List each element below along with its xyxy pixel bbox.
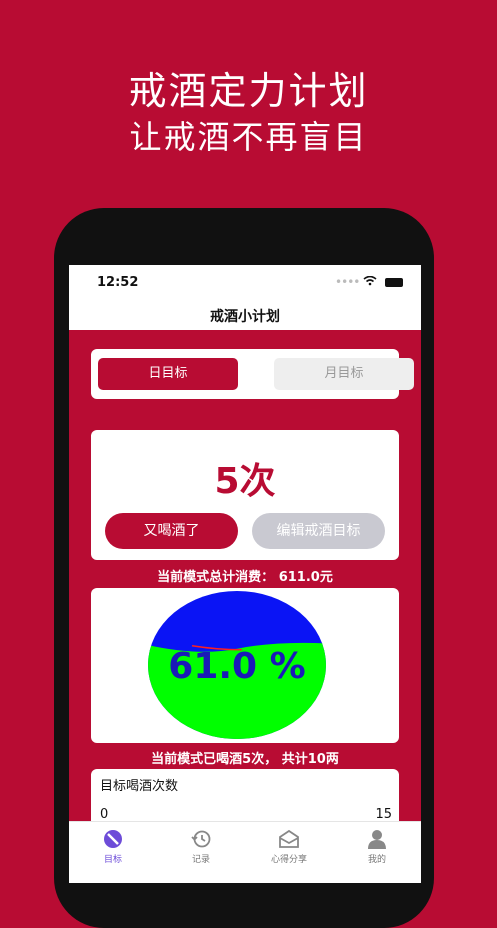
app-screen: 12:52 •••• 戒酒小计划 日目标 月目标 5次 又喝酒了 编辑戒酒目标 …: [69, 265, 421, 883]
tabbar-item-share[interactable]: 心得分享: [245, 828, 333, 865]
tabbar-label-goal: 目标: [103, 855, 122, 865]
tabbar-item-goal[interactable]: 目标: [69, 828, 157, 865]
tabbar-item-profile[interactable]: 我的: [333, 828, 421, 865]
history-icon: [191, 830, 211, 848]
tab-daily-goal[interactable]: 日目标: [98, 358, 238, 390]
top-bar: 12:52 •••• 戒酒小计划: [69, 265, 421, 330]
drink-count: 5次: [214, 461, 276, 502]
battery-icon: [385, 278, 403, 287]
wifi-icon: [363, 275, 381, 289]
gauge-percent-label: 61.0 %: [168, 646, 305, 687]
progress-gauge: 61.0 %: [148, 591, 326, 739]
share-icon: [279, 829, 299, 848]
target-max: 15: [375, 807, 392, 822]
status-time: 12:52: [97, 275, 139, 290]
counter-card: 5次 又喝酒了 编辑戒酒目标: [91, 430, 399, 560]
target-icon: [104, 830, 122, 848]
goal-tabs: 日目标 月目标: [91, 349, 414, 399]
tab-monthly-goal[interactable]: 月目标: [274, 358, 414, 390]
bottom-tab-bar: 目标 记录 心得分享 我的: [69, 821, 421, 883]
promo-subtitle: 让戒酒不再盲目: [129, 118, 368, 156]
tabbar-item-history[interactable]: 记录: [157, 828, 245, 865]
page-title: 戒酒小计划: [210, 309, 280, 325]
tabbar-label-profile: 我的: [367, 855, 386, 865]
profile-icon: [368, 830, 386, 849]
tabbar-label-share: 心得分享: [270, 855, 307, 865]
status-icons: ••••: [335, 275, 403, 289]
target-min: 0: [100, 807, 109, 822]
signal-icon: ••••: [335, 275, 360, 289]
drunk-summary-text: 当前模式已喝酒5次， 共计10两: [151, 752, 339, 767]
total-spent-text: 当前模式总计消费： 611.0元: [157, 570, 333, 585]
tabbar-label-history: 记录: [191, 855, 210, 865]
edit-goal-button[interactable]: 编辑戒酒目标: [252, 513, 385, 549]
promo-title: 戒酒定力计划: [128, 69, 369, 113]
progress-chart: 61.0 %: [91, 588, 399, 743]
drank-again-button[interactable]: 又喝酒了: [105, 513, 238, 549]
target-title: 目标喝酒次数: [100, 779, 179, 794]
